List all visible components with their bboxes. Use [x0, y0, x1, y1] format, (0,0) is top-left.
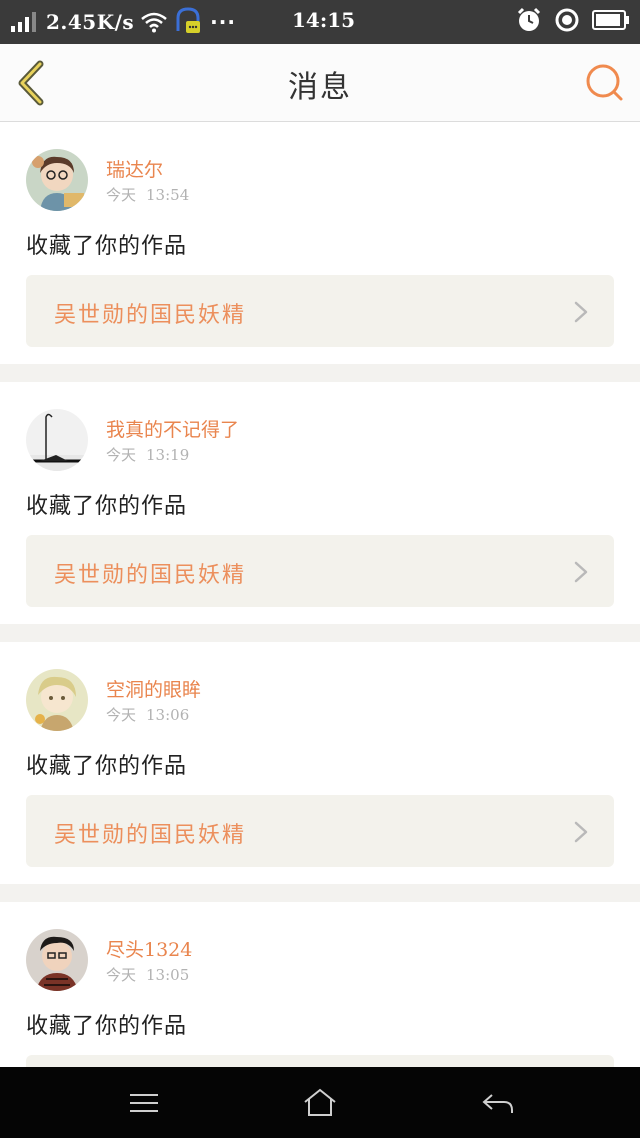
message-card: 瑞达尔 今天 13:54 收藏了你的作品 吴世勋的国民妖精 [0, 122, 640, 364]
message-timestamp: 今天 13:05 [106, 964, 189, 985]
search-icon[interactable] [584, 62, 624, 104]
message-day: 今天 [106, 186, 137, 204]
message-card: 空洞的眼眸 今天 13:06 收藏了你的作品 吴世勋的国民妖精 [0, 642, 640, 884]
username[interactable]: 空洞的眼眸 [106, 675, 201, 702]
message-day: 今天 [106, 706, 137, 724]
work-link[interactable]: 吴世勋的国民妖精 [26, 535, 614, 607]
message-day: 今天 [106, 446, 137, 464]
menu-icon[interactable] [126, 1087, 162, 1119]
wifi-icon [141, 12, 167, 33]
user-avatar[interactable] [26, 669, 88, 731]
message-time: 13:05 [146, 966, 190, 984]
more-status-dots: ··· [210, 10, 236, 34]
chevron-right-icon [574, 561, 588, 583]
back-icon[interactable] [480, 1087, 516, 1119]
message-action: 收藏了你的作品 [26, 754, 188, 779]
message-time: 13:19 [146, 446, 190, 464]
message-action: 收藏了你的作品 [26, 234, 188, 259]
work-link[interactable]: 吴世勋的国民妖精 [26, 795, 614, 867]
battery-icon [592, 10, 629, 30]
user-avatar[interactable] [26, 409, 88, 471]
chat-notification-icon [176, 7, 201, 33]
chevron-right-icon [574, 821, 588, 843]
home-icon[interactable] [302, 1087, 338, 1119]
user-avatar[interactable] [26, 149, 88, 211]
message-card: 我真的不记得了 今天 13:19 收藏了你的作品 吴世勋的国民妖精 [0, 382, 640, 624]
network-speed: 2.45K/s [46, 10, 135, 34]
work-title: 吴世勋的国民妖精 [54, 563, 247, 588]
username[interactable]: 尽头1324 [106, 935, 192, 962]
message-action: 收藏了你的作品 [26, 1014, 188, 1039]
message-time: 13:06 [146, 706, 190, 724]
message-timestamp: 今天 13:19 [106, 444, 189, 465]
work-title: 吴世勋的国民妖精 [54, 823, 247, 848]
user-avatar[interactable] [26, 929, 88, 991]
status-time: 14:15 [292, 8, 356, 32]
chevron-right-icon [574, 301, 588, 323]
location-icon [555, 8, 579, 32]
page-title: 消息 [288, 70, 352, 105]
username[interactable]: 瑞达尔 [106, 155, 163, 182]
system-nav-bar [0, 1067, 640, 1138]
username[interactable]: 我真的不记得了 [106, 415, 239, 442]
message-timestamp: 今天 13:06 [106, 704, 189, 725]
work-title: 吴世勋的国民妖精 [54, 303, 247, 328]
message-timestamp: 今天 13:54 [106, 184, 189, 205]
status-left: 2.45K/s ··· [10, 7, 270, 37]
message-day: 今天 [106, 966, 137, 984]
alarm-icon [517, 7, 541, 31]
message-time: 13:54 [146, 186, 190, 204]
signal-icon [11, 12, 36, 32]
status-right [516, 7, 630, 33]
message-card: 尽头1324 今天 13:05 收藏了你的作品 [0, 902, 640, 1127]
status-bar: 2.45K/s ··· 14:15 [0, 0, 640, 44]
work-link[interactable]: 吴世勋的国民妖精 [26, 275, 614, 347]
message-action: 收藏了你的作品 [26, 494, 188, 519]
nav-bar: 消息 [0, 44, 640, 122]
